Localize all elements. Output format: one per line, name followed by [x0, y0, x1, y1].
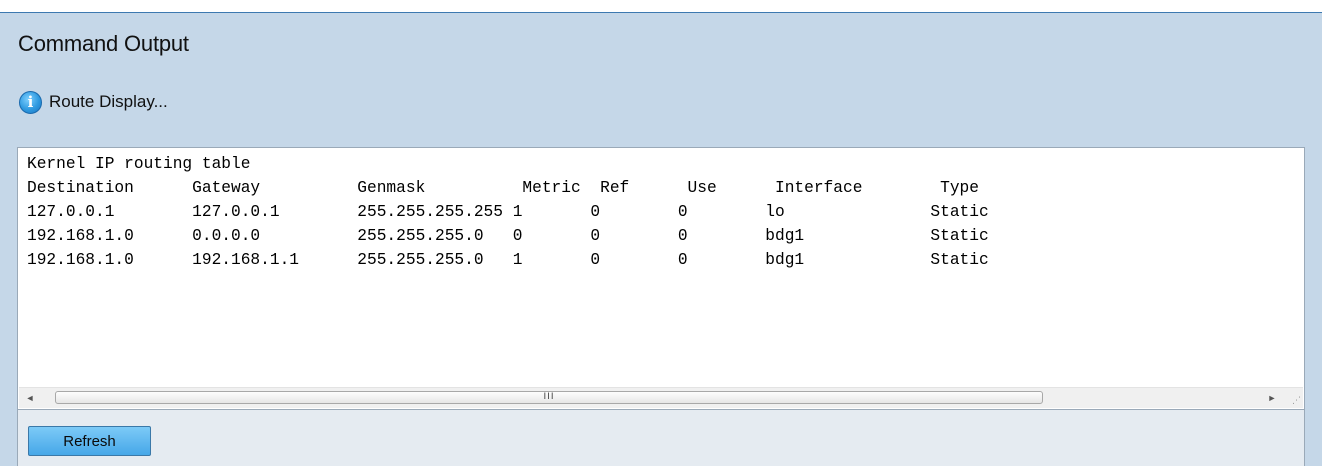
command-output-textarea[interactable]: Kernel IP routing table Destination Gate… — [17, 147, 1305, 410]
info-icon: i — [19, 91, 42, 114]
resize-grip-icon[interactable]: ⋰ — [1292, 396, 1301, 406]
output-line: 192.168.1.0 192.168.1.1 255.255.255.0 1 … — [27, 251, 989, 269]
output-line: Kernel IP routing table — [27, 155, 251, 173]
scroll-right-arrow-icon[interactable]: ► — [1263, 388, 1281, 408]
routing-table-text: Kernel IP routing table Destination Gate… — [27, 152, 989, 272]
scrollbar-grip-icon: III — [543, 392, 555, 402]
scroll-left-arrow-icon[interactable]: ◄ — [21, 388, 39, 408]
output-line: Destination Gateway Genmask Metric Ref U… — [27, 179, 979, 197]
output-line: 127.0.0.1 127.0.0.1 255.255.255.255 1 0 … — [27, 203, 989, 221]
output-line: 192.168.1.0 0.0.0.0 255.255.255.0 0 0 0 … — [27, 227, 989, 245]
panel-title: Command Output — [18, 31, 189, 56]
button-bar: Refresh — [17, 410, 1305, 466]
horizontal-scrollbar[interactable]: ◄ III ► ⋰ — [19, 387, 1303, 408]
refresh-button[interactable]: Refresh — [28, 426, 151, 456]
scrollbar-thumb[interactable]: III — [55, 391, 1043, 404]
info-message-text: Route Display... — [49, 92, 168, 111]
